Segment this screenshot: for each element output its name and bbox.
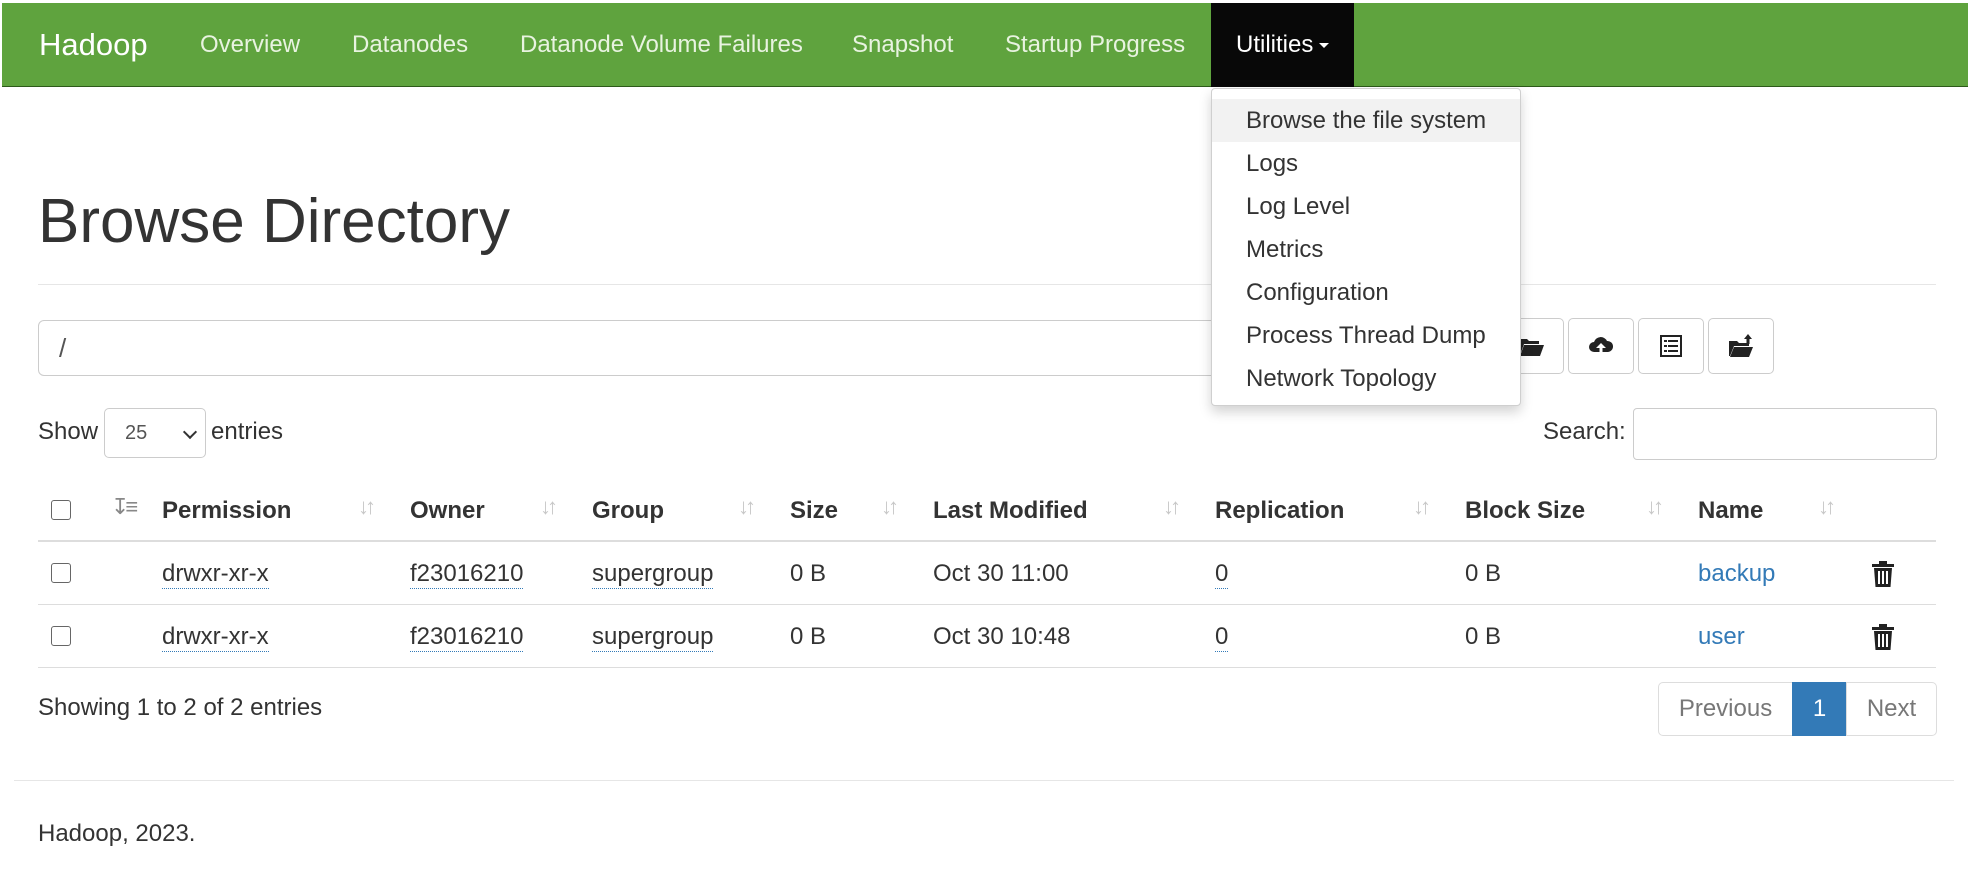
entries-value: 25 (125, 422, 148, 444)
name-link[interactable]: user (1698, 605, 1745, 668)
nav-overview[interactable]: Overview (200, 3, 300, 87)
sort-icon[interactable]: ↓↑ (540, 494, 558, 520)
list-view-button[interactable] (1638, 318, 1704, 374)
permission-cell[interactable]: drwxr-xr-x (162, 623, 269, 652)
nav-utilities-dropdown[interactable]: Utilities (1211, 3, 1355, 87)
row-checkbox[interactable] (51, 563, 71, 583)
nav-startup-progress[interactable]: Startup Progress (1005, 3, 1185, 87)
menu-item-network-topology[interactable]: Network Topology (1212, 357, 1520, 400)
utilities-dropdown-menu: Browse the file system Logs Log Level Me… (1211, 88, 1521, 406)
header-block-size[interactable]: Block Size (1465, 480, 1585, 542)
sort-icon[interactable]: ↓↑ (1646, 494, 1664, 520)
name-link[interactable]: backup (1698, 542, 1775, 605)
search-label: Search: (1543, 418, 1626, 445)
table-row: drwxr-xr-x f23016210 supergroup 0 B Oct … (38, 542, 1936, 605)
header-permission[interactable]: Permission (162, 480, 291, 542)
directory-table: ↧≡ Permission ↓↑ Owner ↓↑ Group ↓↑ Size … (38, 480, 1936, 668)
header-group[interactable]: Group (592, 480, 664, 542)
next-page-button[interactable]: Next (1846, 682, 1937, 736)
header-size[interactable]: Size (790, 480, 838, 542)
list-icon (1660, 335, 1682, 357)
table-header: ↧≡ Permission ↓↑ Owner ↓↑ Group ↓↑ Size … (38, 480, 1936, 542)
create-directory-button[interactable] (1708, 318, 1774, 374)
header-last-modified[interactable]: Last Modified (933, 480, 1088, 542)
menu-item-process-thread-dump[interactable]: Process Thread Dump (1212, 314, 1520, 357)
menu-item-browse-file-system[interactable]: Browse the file system (1212, 99, 1520, 142)
permission-cell[interactable]: drwxr-xr-x (162, 560, 269, 589)
select-all-checkbox[interactable] (51, 500, 71, 520)
menu-item-configuration[interactable]: Configuration (1212, 271, 1520, 314)
divider (14, 780, 1954, 781)
upload-files-button[interactable] (1568, 318, 1634, 374)
nav-datanode-volume-failures[interactable]: Datanode Volume Failures (520, 3, 803, 87)
footer-text: Hadoop, 2023. (38, 820, 196, 847)
sort-icon[interactable]: ↓↑ (881, 494, 899, 520)
header-replication[interactable]: Replication (1215, 480, 1344, 542)
entries-per-page-select[interactable]: 25 (104, 408, 206, 458)
group-cell[interactable]: supergroup (592, 560, 714, 589)
entries-label: entries (211, 418, 284, 445)
replication-cell[interactable]: 0 (1215, 560, 1229, 589)
nav-datanodes[interactable]: Datanodes (352, 3, 468, 87)
header-owner[interactable]: Owner (410, 480, 485, 542)
show-label: Show (38, 418, 99, 445)
top-navbar: Hadoop Overview Datanodes Datanode Volum… (2, 3, 1968, 87)
current-page-button[interactable]: 1 (1792, 682, 1847, 736)
cloud-upload-icon (1589, 337, 1614, 355)
sort-icon[interactable]: ↓↑ (1413, 494, 1431, 520)
folder-upload-icon (1729, 334, 1753, 357)
menu-item-log-level[interactable]: Log Level (1212, 185, 1520, 228)
table-info: Showing 1 to 2 of 2 entries (38, 694, 323, 721)
group-cell[interactable]: supergroup (592, 623, 714, 652)
replication-cell[interactable]: 0 (1215, 623, 1229, 652)
trash-icon[interactable] (1870, 560, 1896, 588)
sort-icon[interactable]: ↓↑ (358, 494, 376, 520)
sort-icon[interactable]: ↓↑ (1818, 494, 1836, 520)
owner-cell[interactable]: f23016210 (410, 623, 524, 652)
brand-logo[interactable]: Hadoop (39, 3, 148, 87)
divider (38, 284, 1936, 285)
nav-snapshot[interactable]: Snapshot (852, 3, 953, 87)
size-cell: 0 B (790, 623, 827, 650)
owner-cell[interactable]: f23016210 (410, 560, 524, 589)
page-title: Browse Directory (38, 187, 510, 256)
last-modified-cell: Oct 30 11:00 (933, 560, 1069, 587)
menu-item-logs[interactable]: Logs (1212, 142, 1520, 185)
nav-utilities-label: Utilities (1236, 31, 1314, 58)
sort-icon[interactable]: ↓↑ (738, 494, 756, 520)
header-name[interactable]: Name (1698, 480, 1763, 542)
sort-asc-icon[interactable]: ↧≡ (111, 494, 138, 520)
sort-icon[interactable]: ↓↑ (1163, 494, 1181, 520)
block-size-cell: 0 B (1465, 623, 1502, 650)
size-cell: 0 B (790, 560, 827, 587)
table-row: drwxr-xr-x f23016210 supergroup 0 B Oct … (38, 605, 1936, 668)
chevron-down-icon (182, 424, 198, 440)
block-size-cell: 0 B (1465, 560, 1502, 587)
previous-page-button[interactable]: Previous (1658, 682, 1793, 736)
search-input[interactable] (1633, 408, 1937, 460)
row-checkbox[interactable] (51, 626, 71, 646)
menu-item-metrics[interactable]: Metrics (1212, 228, 1520, 271)
folder-open-icon (1519, 339, 1544, 356)
trash-icon[interactable] (1870, 623, 1896, 651)
last-modified-cell: Oct 30 10:48 (933, 623, 1071, 650)
caret-down-icon (1319, 43, 1330, 49)
